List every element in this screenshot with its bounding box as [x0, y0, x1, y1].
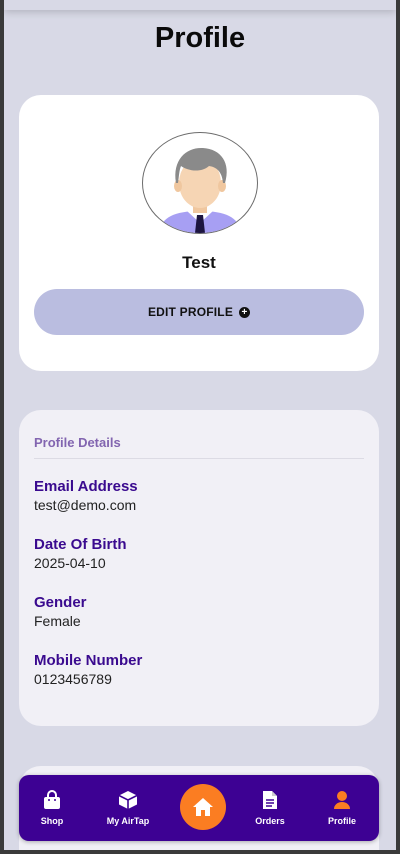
- plus-circle-icon: +: [239, 306, 251, 318]
- email-label: Email Address: [34, 478, 138, 495]
- home-button[interactable]: [180, 784, 226, 830]
- email-value: test@demo.com: [34, 497, 137, 513]
- date-of-birth-label: Date Of Birth: [34, 536, 127, 553]
- user-avatar-illustration: [159, 147, 241, 233]
- box-icon: [118, 790, 138, 810]
- section-title: Profile Details: [34, 435, 121, 450]
- gender-field: Gender Female: [34, 594, 87, 629]
- mobile-number-value: 0123456789: [34, 671, 112, 687]
- mobile-number-label: Mobile Number: [34, 652, 143, 669]
- edit-profile-button[interactable]: EDIT PROFILE +: [34, 289, 364, 335]
- document-icon: [262, 790, 278, 810]
- bottom-nav: Shop My AirTap Orders Profile: [19, 775, 379, 841]
- gender-label: Gender: [34, 594, 87, 611]
- nav-label-orders: Orders: [255, 816, 285, 826]
- avatar[interactable]: [142, 132, 258, 234]
- date-of-birth-field: Date Of Birth 2025-04-10: [34, 536, 127, 571]
- nav-item-orders[interactable]: Orders: [240, 775, 300, 841]
- nav-label-my-airtap: My AirTap: [106, 816, 150, 826]
- profile-details-card: Profile Details Email Address test@demo.…: [19, 410, 379, 726]
- nav-item-shop[interactable]: Shop: [22, 775, 82, 841]
- nav-label-shop: Shop: [40, 816, 64, 826]
- user-icon: [333, 790, 351, 810]
- date-of-birth-value: 2025-04-10: [34, 555, 106, 571]
- user-name: Test: [182, 253, 216, 272]
- home-icon: [193, 798, 213, 816]
- shopping-bag-icon: [43, 790, 61, 810]
- page-title: Profile: [154, 22, 246, 54]
- nav-item-profile[interactable]: Profile: [312, 775, 372, 841]
- divider: [34, 458, 364, 459]
- mobile-number-field: Mobile Number 0123456789: [34, 652, 142, 687]
- profile-card: Test EDIT PROFILE +: [19, 95, 379, 371]
- gender-value: Female: [34, 613, 81, 629]
- nav-item-my-airtap[interactable]: My AirTap: [98, 775, 158, 841]
- top-bar: [4, 0, 396, 10]
- edit-profile-label: EDIT PROFILE: [147, 305, 234, 319]
- email-field: Email Address test@demo.com: [34, 478, 138, 513]
- nav-label-profile: Profile: [327, 816, 356, 826]
- profile-screen: Profile Test EDIT PROFILE + Profile Deta…: [4, 0, 396, 850]
